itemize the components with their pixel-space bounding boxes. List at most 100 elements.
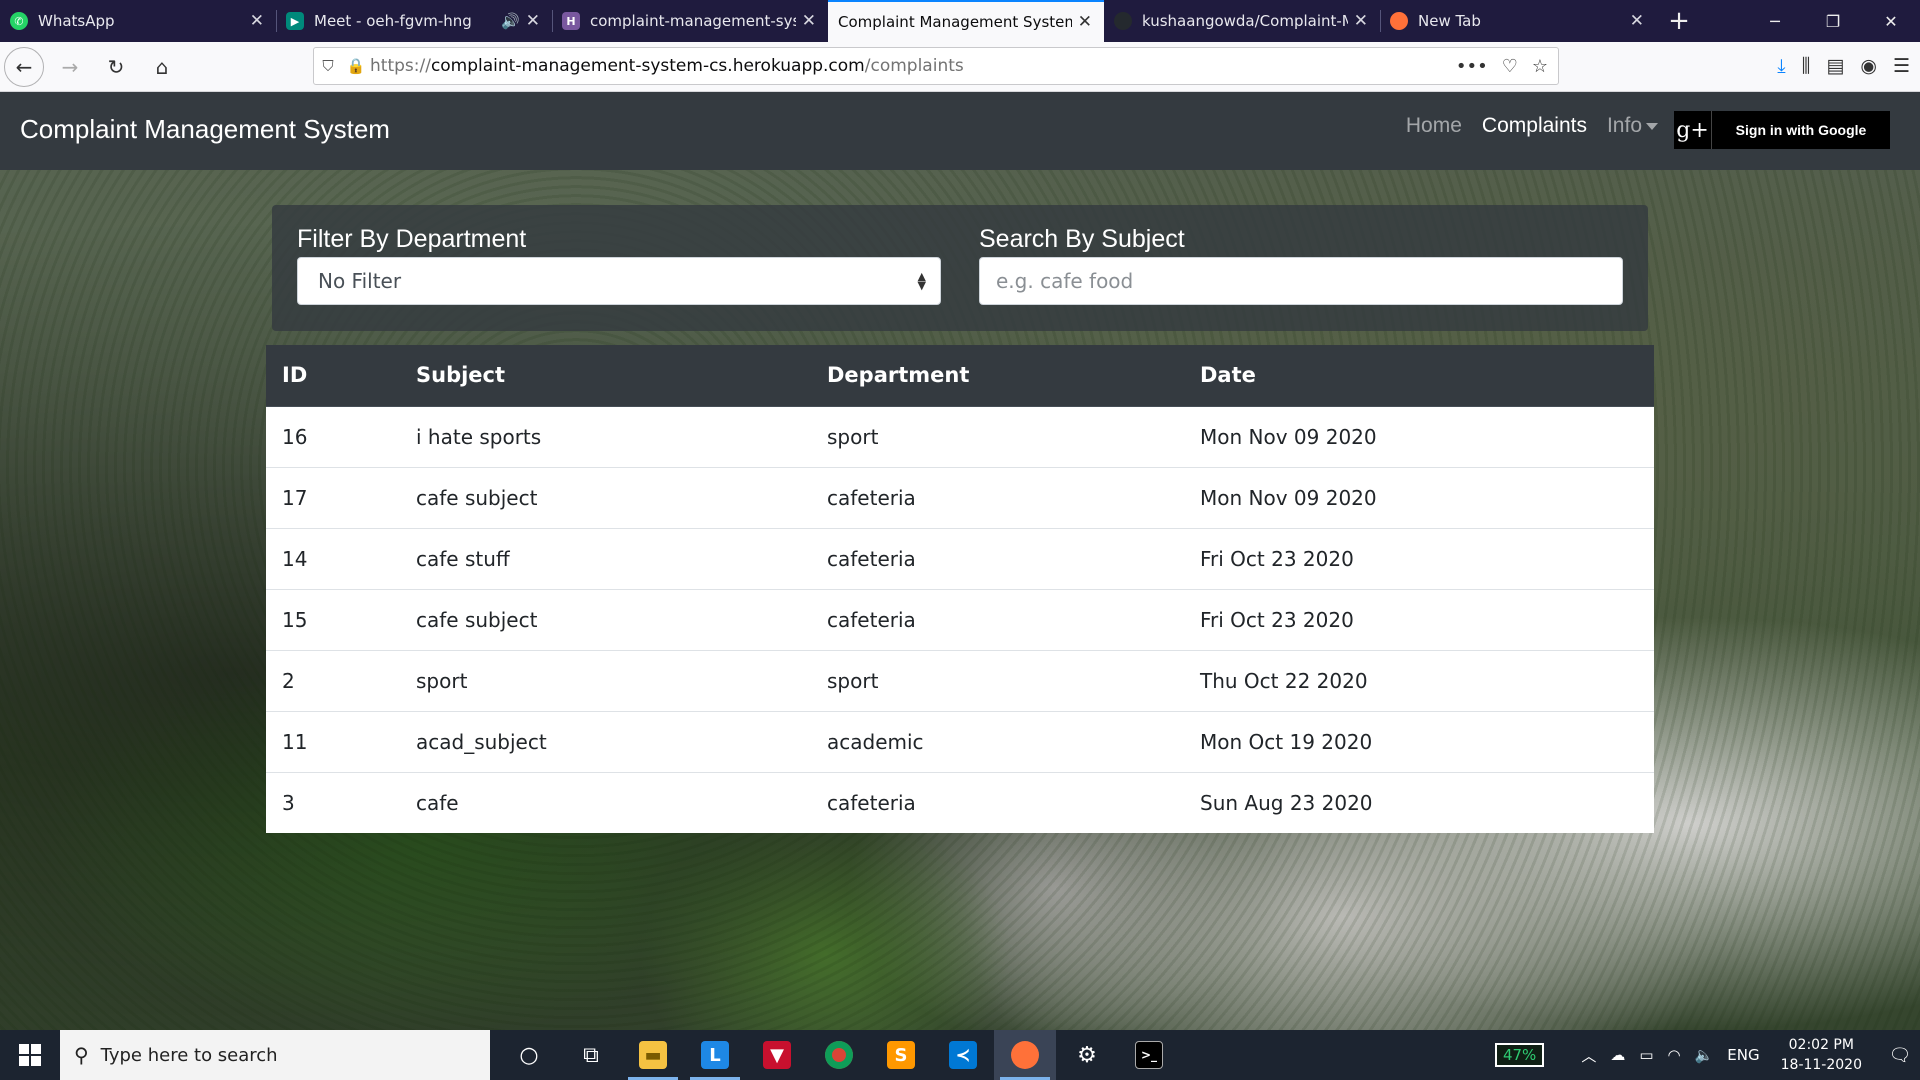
cell-department: academic [811,710,1184,772]
close-tab-icon[interactable]: ✕ [1630,11,1644,31]
tab-whatsapp[interactable]: ✆ WhatsApp ✕ [0,0,276,42]
cell-id: 15 [266,588,400,650]
battery-icon[interactable]: ▭ [1639,1046,1653,1064]
l-app-icon[interactable]: L [684,1030,746,1080]
battery-indicator[interactable]: 47% [1494,1043,1545,1067]
google-signin-button[interactable]: g+ Sign in with Google [1674,111,1890,149]
system-tray: 47% ︿ ☁ ▭ ◠ 🔈 ENG 02:02 PM 18-11-2020 🗨 [1494,1030,1920,1080]
start-button[interactable] [0,1030,60,1080]
header-date[interactable]: Date [1184,345,1654,407]
file-explorer-icon[interactable]: ▬ [622,1030,684,1080]
nav-info-dropdown[interactable]: Info [1607,114,1658,138]
cortana-icon[interactable]: ○ [498,1030,560,1080]
table-row[interactable]: 15 cafe subject cafeteria Fri Oct 23 202… [266,588,1654,650]
subject-search-input[interactable] [979,257,1623,305]
vscode-icon[interactable]: ≺ [932,1030,994,1080]
settings-icon[interactable]: ⚙ [1056,1030,1118,1080]
pocket-icon[interactable]: ♡ [1502,56,1518,77]
tab-new-tab[interactable]: New Tab ✕ [1380,0,1656,42]
home-icon: ⌂ [155,54,169,79]
home-button[interactable]: ⌂ [142,47,182,87]
task-view-icon[interactable]: ⧉ [560,1030,622,1080]
subject-search-label: Search By Subject [979,225,1185,253]
close-tab-icon[interactable]: ✕ [802,11,816,31]
table-row[interactable]: 14 cafe stuff cafeteria Fri Oct 23 2020 [266,527,1654,589]
terminal-icon[interactable]: >_ [1118,1030,1180,1080]
app-navbar: Complaint Management System Home Complai… [0,92,1920,170]
tab-title: complaint-management-system [590,12,796,30]
table-row[interactable]: 3 cafe cafeteria Sun Aug 23 2020 [266,771,1654,833]
address-bar[interactable]: ⛉ 🔒 https://complaint-management-system-… [313,47,1559,85]
new-tab-button[interactable]: + [1656,0,1702,42]
account-icon[interactable]: ◉ [1860,55,1877,77]
table-row[interactable]: 16 i hate sports sport Mon Nov 09 2020 [266,405,1654,467]
cell-department: cafeteria [811,466,1184,528]
close-tab-icon[interactable]: ✕ [1354,11,1368,31]
nav-info-label: Info [1606,114,1642,137]
url-prefix: https:// [370,56,431,76]
more-actions-icon[interactable]: ••• [1456,56,1488,77]
cell-date: Mon Nov 09 2020 [1184,405,1654,467]
meet-icon: ▶ [286,12,304,30]
onedrive-icon[interactable]: ☁ [1610,1046,1625,1064]
header-subject[interactable]: Subject [400,345,811,407]
notification-icon[interactable]: 🗨 [1880,1045,1920,1066]
reload-button[interactable]: ↻ [96,47,136,87]
clock[interactable]: 02:02 PM 18-11-2020 [1781,1035,1862,1075]
page-viewport: Complaint Management System Home Complai… [0,92,1920,1030]
bookmark-star-icon[interactable]: ☆ [1532,56,1548,77]
arrow-right-icon: → [61,54,79,79]
firefox-icon [1390,12,1408,30]
header-department[interactable]: Department [811,345,1184,407]
library-icon[interactable]: ⫼ [1802,55,1811,77]
chevron-up-icon[interactable]: ︿ [1581,1045,1596,1066]
table-row[interactable]: 17 cafe subject cafeteria Mon Nov 09 202… [266,466,1654,528]
chrome-icon[interactable] [808,1030,870,1080]
url-path: /complaints [864,56,964,76]
cell-subject: cafe stuff [400,527,811,589]
back-button[interactable]: ← [4,46,44,87]
forward-button[interactable]: → [50,47,90,87]
tab-complaint-system[interactable]: Complaint Management System ✕ [828,0,1104,42]
speaker-icon[interactable]: 🔊 [501,12,520,30]
table-row[interactable]: 11 acad_subject academic Mon Oct 19 2020 [266,710,1654,772]
app-brand[interactable]: Complaint Management System [20,114,390,145]
tab-github[interactable]: kushaangowda/Complaint-Ma ✕ [1104,0,1380,42]
download-icon[interactable]: ⤓ [1777,55,1785,77]
cell-date: Mon Oct 19 2020 [1184,710,1654,772]
tab-title: Complaint Management System [838,13,1072,31]
cell-date: Sun Aug 23 2020 [1184,771,1654,833]
tab-title: WhatsApp [38,12,115,30]
minimize-icon[interactable]: ─ [1746,0,1804,42]
nav-home-link[interactable]: Home [1406,114,1462,138]
cell-department: sport [811,405,1184,467]
close-tab-icon[interactable]: ✕ [1078,12,1092,32]
wifi-icon[interactable]: ◠ [1668,1046,1681,1064]
lock-icon[interactable]: 🔒 [342,57,370,75]
firefox-icon[interactable] [994,1030,1056,1080]
department-select[interactable]: No Filter ▲ ▼ [297,257,941,305]
taskbar-search-box[interactable]: ⚲ Type here to search [60,1030,490,1080]
sidebar-icon[interactable]: ▤ [1826,55,1844,77]
whatsapp-icon: ✆ [10,12,28,30]
tab-meet[interactable]: ▶ Meet - oeh-fgvm-hng 🔊 ✕ [276,0,552,42]
table-row[interactable]: 2 sport sport Thu Oct 22 2020 [266,649,1654,711]
tab-heroku[interactable]: H complaint-management-system ✕ [552,0,828,42]
nav-complaints-link[interactable]: Complaints [1482,114,1587,138]
close-window-icon[interactable]: ✕ [1862,0,1920,42]
shield-icon[interactable]: ⛉ [314,57,342,75]
header-id[interactable]: ID [266,345,400,407]
restore-icon[interactable]: ❐ [1804,0,1862,42]
volume-icon[interactable]: 🔈 [1695,1046,1714,1064]
close-tab-icon[interactable]: ✕ [250,11,264,31]
close-tab-icon[interactable]: ✕ [526,11,540,31]
mcafee-icon[interactable]: ▼ [746,1030,808,1080]
taskbar-search-placeholder: Type here to search [100,1044,278,1066]
url-domain: complaint-management-system-cs.herokuapp… [430,56,865,76]
google-signin-label: Sign in with Google [1735,122,1867,138]
app-menu: Home Complaints Info [1406,114,1658,138]
language-indicator[interactable]: ENG [1727,1046,1759,1064]
cell-date: Thu Oct 22 2020 [1184,649,1654,711]
hamburger-menu-icon[interactable]: ☰ [1893,55,1910,77]
sublime-text-icon[interactable]: S [870,1030,932,1080]
